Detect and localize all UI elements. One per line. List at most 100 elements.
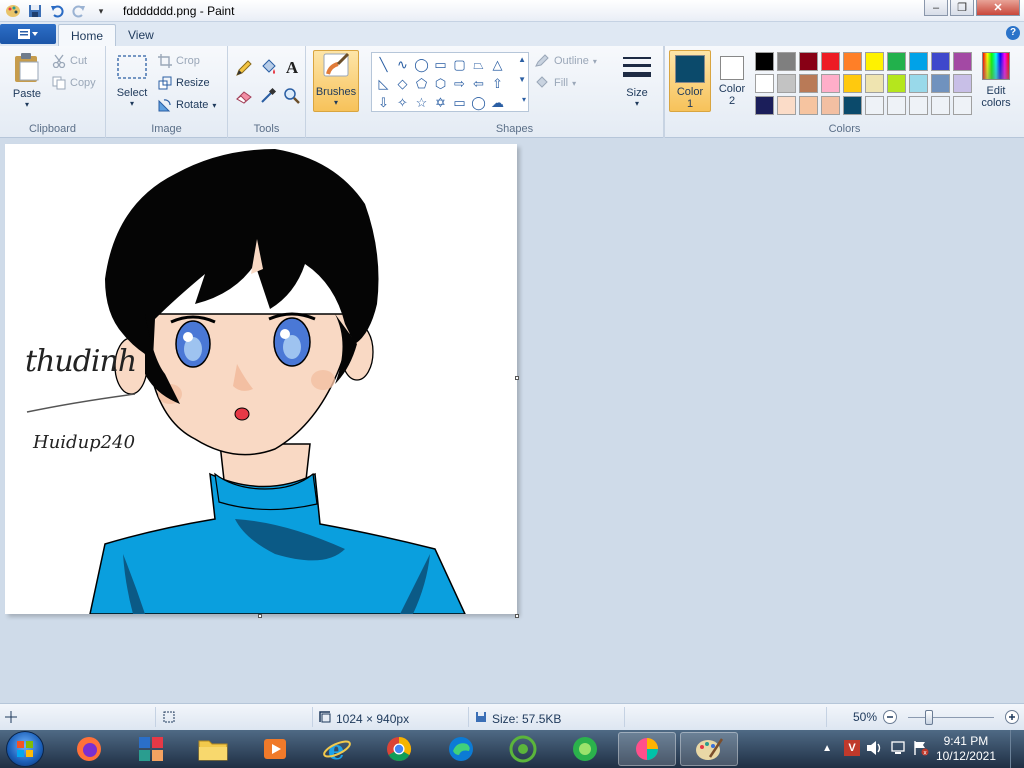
maximize-button[interactable]: ❐ [950,0,974,16]
drawing-canvas[interactable]: thudinh Huidup240 [5,144,517,614]
zoom-in-button[interactable] [1004,709,1020,725]
unikey-tray-icon[interactable]: V [844,740,860,756]
magnifier-icon[interactable] [282,86,302,106]
down-arrow-shape-icon[interactable]: ⇩ [374,93,393,112]
crop-button[interactable]: Crop [158,54,200,68]
minimize-button[interactable]: – [924,0,948,16]
palette-swatch[interactable] [755,96,774,115]
palette-swatch[interactable] [799,96,818,115]
palette-swatch[interactable] [931,74,950,93]
palette-swatch[interactable] [821,96,840,115]
shapes-scroll-down-icon[interactable]: ▼ [518,75,526,84]
taskbar-clock[interactable]: 9:41 PM 10/12/2021 [936,734,996,764]
edge-taskbar-button[interactable] [432,732,490,766]
fill-button[interactable]: Fill ▾ [534,76,576,90]
palette-swatch[interactable] [843,52,862,71]
color-picker-icon[interactable] [258,86,278,106]
five-point-star-shape-icon[interactable]: ☆ [412,93,431,112]
zoom-slider-thumb[interactable] [925,710,933,725]
oval-callout-shape-icon[interactable]: ◯ [469,93,488,112]
rounded-callout-shape-icon[interactable]: ▭ [450,93,469,112]
zoom-out-button[interactable] [882,709,898,725]
internet-explorer-taskbar-button[interactable]: e [308,732,366,766]
tab-home[interactable]: Home [58,24,117,46]
polygon-shape-icon[interactable]: ⏢ [469,55,488,74]
color2-selector[interactable]: Color 2 [711,50,753,112]
pentagon-shape-icon[interactable]: ⬠ [412,74,431,93]
shapes-more-icon[interactable]: ▾ [522,95,526,104]
diamond-shape-icon[interactable]: ◇ [393,74,412,93]
size-dropdown-icon[interactable]: ▾ [635,99,639,108]
resize-handle-corner[interactable] [515,614,519,618]
size-button[interactable]: Size ▾ [618,54,656,108]
tab-view[interactable]: View [116,24,166,46]
brushes-button[interactable]: Brushes ▾ [313,50,359,112]
save-icon[interactable] [26,2,44,20]
palette-swatch[interactable] [799,74,818,93]
triangle-shape-icon[interactable]: △ [488,55,507,74]
show-hidden-icons-icon[interactable]: ▲ [822,743,832,754]
shapes-scroll-up-icon[interactable]: ▲ [518,55,526,64]
up-arrow-shape-icon[interactable]: ⇧ [488,74,507,93]
cloud-callout-shape-icon[interactable]: ☁ [488,93,507,112]
rectangle-shape-icon[interactable]: ▭ [431,55,450,74]
volume-icon[interactable] [866,740,884,759]
resize-handle-right[interactable] [515,376,519,380]
close-button[interactable]: ✕ [976,0,1020,16]
green-browser-taskbar-button[interactable] [556,732,614,766]
line-shape-icon[interactable]: ╲ [374,55,393,74]
zoom-slider-track[interactable] [908,717,994,718]
start-button[interactable] [6,731,44,767]
curve-shape-icon[interactable]: ∿ [393,55,412,74]
network-icon[interactable] [890,740,908,759]
select-button[interactable]: Select ▾ [112,54,152,108]
firefox-taskbar-button[interactable] [60,732,118,766]
paint-taskbar-button[interactable] [680,732,738,766]
palette-swatch[interactable] [931,96,950,115]
resize-handle-bottom[interactable] [258,614,262,618]
palette-swatch[interactable] [799,52,818,71]
copy-button[interactable]: Copy [52,76,96,90]
action-center-flag-icon[interactable]: x [912,740,930,759]
right-arrow-shape-icon[interactable]: ⇨ [450,74,469,93]
palette-swatch[interactable] [887,74,906,93]
palette-swatch[interactable] [909,74,928,93]
eraser-icon[interactable] [234,86,254,106]
palette-swatch[interactable] [777,96,796,115]
right-triangle-shape-icon[interactable]: ◺ [374,74,393,93]
paste-dropdown-icon[interactable]: ▾ [25,100,29,109]
paint-app-icon[interactable] [4,2,22,20]
four-point-star-shape-icon[interactable]: ✧ [393,93,412,112]
palette-swatch[interactable] [777,74,796,93]
file-explorer-taskbar-button[interactable] [184,732,242,766]
fill-bucket-icon[interactable] [258,58,278,78]
show-desktop-button[interactable] [1010,730,1024,768]
media-player-taskbar-button[interactable] [246,732,304,766]
palette-swatch[interactable] [821,74,840,93]
outline-button[interactable]: Outline ▾ [534,54,597,68]
customize-toolbar-chevron-icon[interactable]: ▾ [92,2,110,20]
palette-swatch[interactable] [843,96,862,115]
canvas-workspace[interactable]: thudinh Huidup240 [0,139,1024,702]
palette-swatch[interactable] [843,74,862,93]
text-tool-icon[interactable]: A [282,58,302,78]
select-dropdown-icon[interactable]: ▾ [130,99,134,108]
file-menu-button[interactable] [0,24,56,44]
redo-icon[interactable] [70,2,88,20]
palette-swatch[interactable] [887,96,906,115]
left-arrow-shape-icon[interactable]: ⇦ [469,74,488,93]
pencil-icon[interactable] [234,58,254,78]
palette-swatch[interactable] [953,52,972,71]
fill-dropdown-icon[interactable]: ▾ [572,79,576,88]
palette-swatch[interactable] [953,96,972,115]
color1-selector[interactable]: Color 1 [669,50,711,112]
palette-swatch[interactable] [953,74,972,93]
palette-swatch[interactable] [931,52,950,71]
coccoc-taskbar-button[interactable] [494,732,552,766]
edit-colors-button[interactable]: Edit colors [976,52,1016,109]
hexagon-shape-icon[interactable]: ⬡ [431,74,450,93]
palette-swatch[interactable] [777,52,796,71]
oval-shape-icon[interactable]: ◯ [412,55,431,74]
palette-swatch[interactable] [909,52,928,71]
resize-button[interactable]: Resize [158,76,210,90]
